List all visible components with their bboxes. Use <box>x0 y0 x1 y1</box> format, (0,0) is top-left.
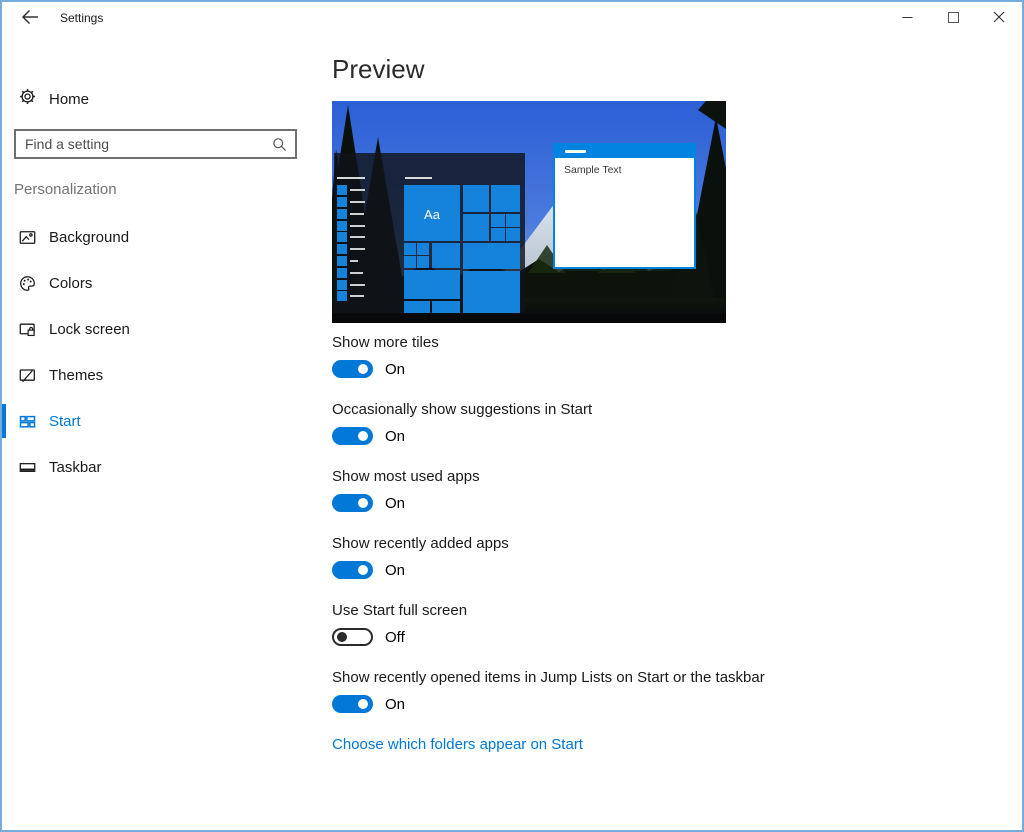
sidebar-item-colors[interactable]: Colors <box>2 260 302 306</box>
setting-toggle[interactable] <box>332 427 373 445</box>
preview-sample-window: Sample Text <box>553 143 696 269</box>
sidebar-item-label: Themes <box>49 367 103 384</box>
toggle-knob <box>358 565 368 575</box>
preview-taskbar <box>332 314 726 323</box>
choose-folders-link[interactable]: Choose which folders appear on Start <box>332 736 583 753</box>
sidebar-item-start[interactable]: Start <box>2 398 302 444</box>
setting-label: Show more tiles <box>332 333 439 353</box>
search-icon <box>272 137 287 152</box>
palette-icon <box>19 275 36 292</box>
minimize-icon <box>902 11 913 26</box>
sidebar: Home Personalization Background Colors Loc… <box>2 34 332 830</box>
maximize-icon <box>948 11 959 26</box>
search-input[interactable] <box>16 136 272 152</box>
close-button[interactable] <box>976 2 1022 34</box>
toggle-state-label: On <box>385 428 405 445</box>
setting-toggle[interactable] <box>332 494 373 512</box>
setting-toggle[interactable] <box>332 561 373 579</box>
preview-aa-tile-label: Aa <box>424 207 441 222</box>
setting-group: Show most used appsOn <box>332 467 480 487</box>
toggle-knob <box>358 699 368 709</box>
toggle-state-label: On <box>385 361 405 378</box>
page-title: Preview <box>332 54 424 85</box>
sidebar-item-label: Taskbar <box>49 459 102 476</box>
toggle-state-label: On <box>385 562 405 579</box>
toggle-knob <box>358 498 368 508</box>
image-icon <box>19 229 36 246</box>
sidebar-item-label: Colors <box>49 275 92 292</box>
themes-icon <box>19 367 36 384</box>
back-arrow-icon <box>21 9 39 28</box>
preview-sample-text: Sample Text <box>564 164 622 176</box>
sidebar-item-label: Background <box>49 229 129 246</box>
search-box <box>14 129 297 159</box>
setting-label: Occasionally show suggestions in Start <box>332 400 592 420</box>
toggle-knob <box>337 632 347 642</box>
minimize-button[interactable] <box>884 2 930 34</box>
setting-group: Show recently opened items in Jump Lists… <box>332 668 765 688</box>
settings-window: Settings <box>0 0 1024 832</box>
back-button[interactable] <box>12 2 48 34</box>
setting-toggle[interactable] <box>332 360 373 378</box>
sidebar-nav: Background Colors Lock screen Themes Start Ta… <box>2 214 302 490</box>
toggle-state-label: On <box>385 696 405 713</box>
maximize-button[interactable] <box>930 2 976 34</box>
sidebar-item-lock-screen[interactable]: Lock screen <box>2 306 302 352</box>
setting-group: Show recently added appsOn <box>332 534 509 554</box>
sidebar-item-themes[interactable]: Themes <box>2 352 302 398</box>
sidebar-item-background[interactable]: Background <box>2 214 302 260</box>
sidebar-item-label: Start <box>49 413 81 430</box>
main-content: Preview <box>332 34 1022 830</box>
setting-label: Show most used apps <box>332 467 480 487</box>
sidebar-home-label: Home <box>49 91 89 108</box>
window-controls <box>884 2 1022 34</box>
setting-toggle[interactable] <box>332 628 373 646</box>
section-label-personalization: Personalization <box>14 181 117 198</box>
start-icon <box>19 413 36 430</box>
toggle-knob <box>358 431 368 441</box>
setting-label: Show recently opened items in Jump Lists… <box>332 668 765 688</box>
toggle-knob <box>358 364 368 374</box>
taskbar-icon <box>19 459 36 476</box>
sidebar-item-home[interactable]: Home <box>2 84 302 114</box>
setting-toggle[interactable] <box>332 695 373 713</box>
titlebar: Settings <box>2 2 1022 34</box>
sidebar-item-label: Lock screen <box>49 321 130 338</box>
close-icon <box>993 11 1005 26</box>
start-preview-image: Aa Sample Text <box>332 101 726 323</box>
setting-group: Use Start full screenOff <box>332 601 467 621</box>
setting-group: Occasionally show suggestions in StartOn <box>332 400 592 420</box>
toggle-state-label: Off <box>385 629 405 646</box>
sidebar-item-taskbar[interactable]: Taskbar <box>2 444 302 490</box>
setting-group: Show more tilesOn <box>332 333 439 353</box>
gear-icon <box>19 88 36 110</box>
toggle-state-label: On <box>385 495 405 512</box>
lockscreen-icon <box>19 321 36 338</box>
window-title: Settings <box>60 2 103 34</box>
setting-label: Show recently added apps <box>332 534 509 554</box>
setting-label: Use Start full screen <box>332 601 467 621</box>
